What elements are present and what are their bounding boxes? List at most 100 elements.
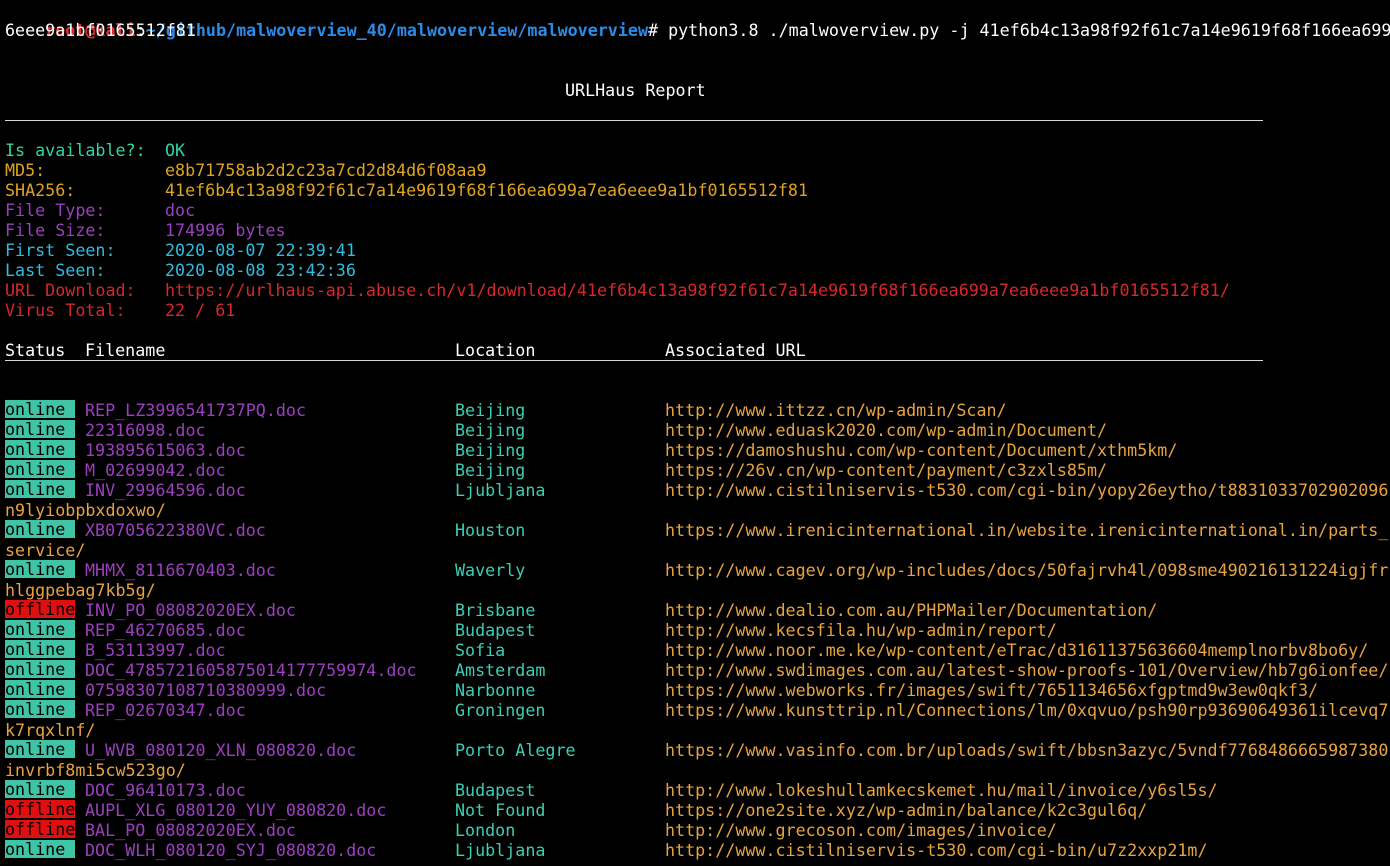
field-label: URL Download: <box>5 280 136 300</box>
location-cell: Houston <box>455 520 526 540</box>
filename-cell: INV_29964596.doc <box>85 480 246 500</box>
associated-url-cell[interactable]: https://one2site.xyz/wp-admin/balance/k2… <box>665 800 1147 820</box>
associated-url-cell[interactable]: https://www.irenicinternational.in/websi… <box>665 520 1388 540</box>
report-field: File Size: 174996 bytes <box>5 220 1390 240</box>
location-cell: Beijing <box>455 460 526 480</box>
associated-url-cell[interactable]: http://www.eduask2020.com/wp-admin/Docum… <box>665 420 1107 440</box>
associated-url-cell[interactable]: https://www.webworks.fr/images/swift/765… <box>665 680 1318 700</box>
location-cell: Budapest <box>455 780 536 800</box>
header-filename: Filename <box>85 340 166 360</box>
associated-url-cell[interactable]: http://www.noor.me.ke/wp-content/eTrac/d… <box>665 640 1368 660</box>
url-wrap-line: n9lyiobpbxdoxwo/ <box>5 500 166 520</box>
associated-url-cell[interactable]: http://www.lokeshullamkecskemet.hu/mail/… <box>665 780 1218 800</box>
table-row: online M_02699042.doc Beijing https://26v.c… <box>5 460 1390 480</box>
table-row: online INV_29964596.doc Ljubljana http://ww… <box>5 480 1390 500</box>
associated-url-cell[interactable]: http://www.kecsfila.hu/wp-admin/report/ <box>665 620 1057 640</box>
associated-url-cell[interactable]: https://damoshushu.com/wp-content/Docume… <box>665 440 1177 460</box>
field-value: 174996 bytes <box>165 220 286 240</box>
field-label: First Seen: <box>5 240 116 260</box>
table-row: online MHMX_8116670403.doc Waverly http://w… <box>5 560 1390 580</box>
associated-url-cell[interactable]: http://www.cagev.org/wp-includes/docs/50… <box>665 560 1388 580</box>
field-label: Is available?: <box>5 140 146 160</box>
table-row: online 193895615063.doc Beijing https://dam… <box>5 440 1390 460</box>
field-value: e8b71758ab2d2c23a7cd2d84d6f08aa9 <box>165 160 487 180</box>
location-cell: Groningen <box>455 700 546 720</box>
field-value[interactable]: https://urlhaus-api.abuse.ch/v1/download… <box>165 280 1230 300</box>
filename-cell: AUPL_XLG_080120_YUY_080820.doc <box>85 800 387 820</box>
status-badge: offline <box>5 799 76 819</box>
location-cell: Sofia <box>455 640 506 660</box>
associated-url-cell[interactable]: http://www.cistilniservis-t530.com/cgi-b… <box>665 480 1388 500</box>
report-fields: Is available?: OK MD5: e8b71758ab2d2c23a7cd… <box>5 140 1390 320</box>
report-title-line: URLHaus Report <box>5 80 1390 100</box>
table-row: online XB0705622380VC.doc Houston https://w… <box>5 520 1390 540</box>
associated-url-cell[interactable]: http://www.ittzz.cn/wp-admin/Scan/ <box>665 400 1007 420</box>
associated-url-cell[interactable]: https://www.kunsttrip.nl/Connections/lm/… <box>665 700 1388 720</box>
status-badge: online <box>5 420 75 438</box>
filename-cell: REP_LZ3996541737PQ.doc <box>85 400 307 420</box>
table-row: online DOC_4785721605875014177759974.doc A… <box>5 660 1390 680</box>
field-label: SHA256: <box>5 180 76 200</box>
location-cell: Beijing <box>455 440 526 460</box>
url-wrap-line: k7rqxlnf/ <box>5 720 96 740</box>
header-associated-url: Associated URL <box>665 340 806 360</box>
associated-url-cell[interactable]: http://www.grecoson.com/images/invoice/ <box>665 820 1057 840</box>
field-label: Virus Total: <box>5 300 126 320</box>
table-row: online 07598307108710380999.doc Narbonne ht… <box>5 680 1390 700</box>
table-rule-line <box>5 360 1390 380</box>
table-row: online DOC_96410173.doc Budapest http://www… <box>5 780 1390 800</box>
location-cell: Amsterdam <box>455 660 546 680</box>
report-title: URLHaus Report <box>565 80 706 100</box>
url-wrap-line: service/ <box>5 540 86 560</box>
status-badge: online <box>5 440 75 458</box>
status-badge: online <box>5 660 75 678</box>
location-cell: Brisbane <box>455 600 536 620</box>
filename-cell: 193895615063.doc <box>85 440 246 460</box>
table-body: online REP_LZ3996541737PQ.doc Beijing http:… <box>5 400 1390 860</box>
table-row: online REP_LZ3996541737PQ.doc Beijing http:… <box>5 400 1390 420</box>
field-label: MD5: <box>5 160 46 180</box>
status-badge: online <box>5 680 75 698</box>
location-cell: Waverly <box>455 560 526 580</box>
url-wrap-line: invrbf8mi5cw523go/ <box>5 760 186 780</box>
report-field: Virus Total: 22 / 61 <box>5 300 1390 320</box>
associated-url-cell[interactable]: http://www.dealio.com.au/PHPMailer/Docum… <box>665 600 1157 620</box>
report-field: Last Seen: 2020-08-08 23:42:36 <box>5 260 1390 280</box>
filename-cell: XB0705622380VC.doc <box>85 520 266 540</box>
location-cell: Not Found <box>455 800 546 820</box>
filename-cell: M_02699042.doc <box>85 460 226 480</box>
associated-url-cell[interactable]: http://www.cistilniservis-t530.com/cgi-b… <box>665 840 1208 860</box>
filename-cell: REP_02670347.doc <box>85 700 246 720</box>
associated-url-cell[interactable]: https://www.vasinfo.com.br/uploads/swift… <box>665 740 1388 760</box>
prompt-line: root@kali:~/github/malwoverview_40/malwo… <box>5 0 1390 40</box>
field-label: File Type: <box>5 200 106 220</box>
filename-cell: MHMX_8116670403.doc <box>85 560 276 580</box>
location-cell: Porto Alegre <box>455 740 576 760</box>
filename-cell: DOC_96410173.doc <box>85 780 246 800</box>
status-badge: online <box>5 480 75 498</box>
field-value: OK <box>165 140 186 160</box>
report-field: First Seen: 2020-08-07 22:39:41 <box>5 240 1390 260</box>
associated-url-cell[interactable]: http://www.swdimages.com.au/latest-show-… <box>665 660 1388 680</box>
filename-cell: 22316098.doc <box>85 420 206 440</box>
status-badge: online <box>5 400 75 418</box>
report-field: URL Download: https://urlhaus-api.abuse.c… <box>5 280 1390 300</box>
filename-cell: BAL_PO_08082020EX.doc <box>85 820 296 840</box>
field-value: 22 / 61 <box>165 300 236 320</box>
filename-cell: INV_PO_08082020EX.doc <box>85 600 296 620</box>
location-cell: Beijing <box>455 420 526 440</box>
status-badge: online <box>5 460 75 478</box>
filename-cell: REP_46270685.doc <box>85 620 246 640</box>
status-badge: offline <box>5 819 76 839</box>
command-wrap-line: 6eee9a1bf0165512f81 <box>5 20 196 40</box>
status-badge: online <box>5 780 75 798</box>
location-cell: Budapest <box>455 620 536 640</box>
status-badge: online <box>5 560 75 578</box>
associated-url-cell[interactable]: https://26v.cn/wp-content/payment/c3zxls… <box>665 460 1107 480</box>
field-value: 41ef6b4c13a98f92f61c7a14e9619f68f166ea69… <box>165 180 808 200</box>
table-row: online REP_46270685.doc Budapest http://www… <box>5 620 1390 640</box>
table-row: online REP_02670347.doc Groningen https://w… <box>5 700 1390 720</box>
field-value: doc <box>165 200 196 220</box>
terminal-window[interactable]: root@kali:~/github/malwoverview_40/malwo… <box>0 0 1390 866</box>
table-row: online DOC_WLH_080120_SYJ_080820.doc Ljubl… <box>5 840 1390 860</box>
